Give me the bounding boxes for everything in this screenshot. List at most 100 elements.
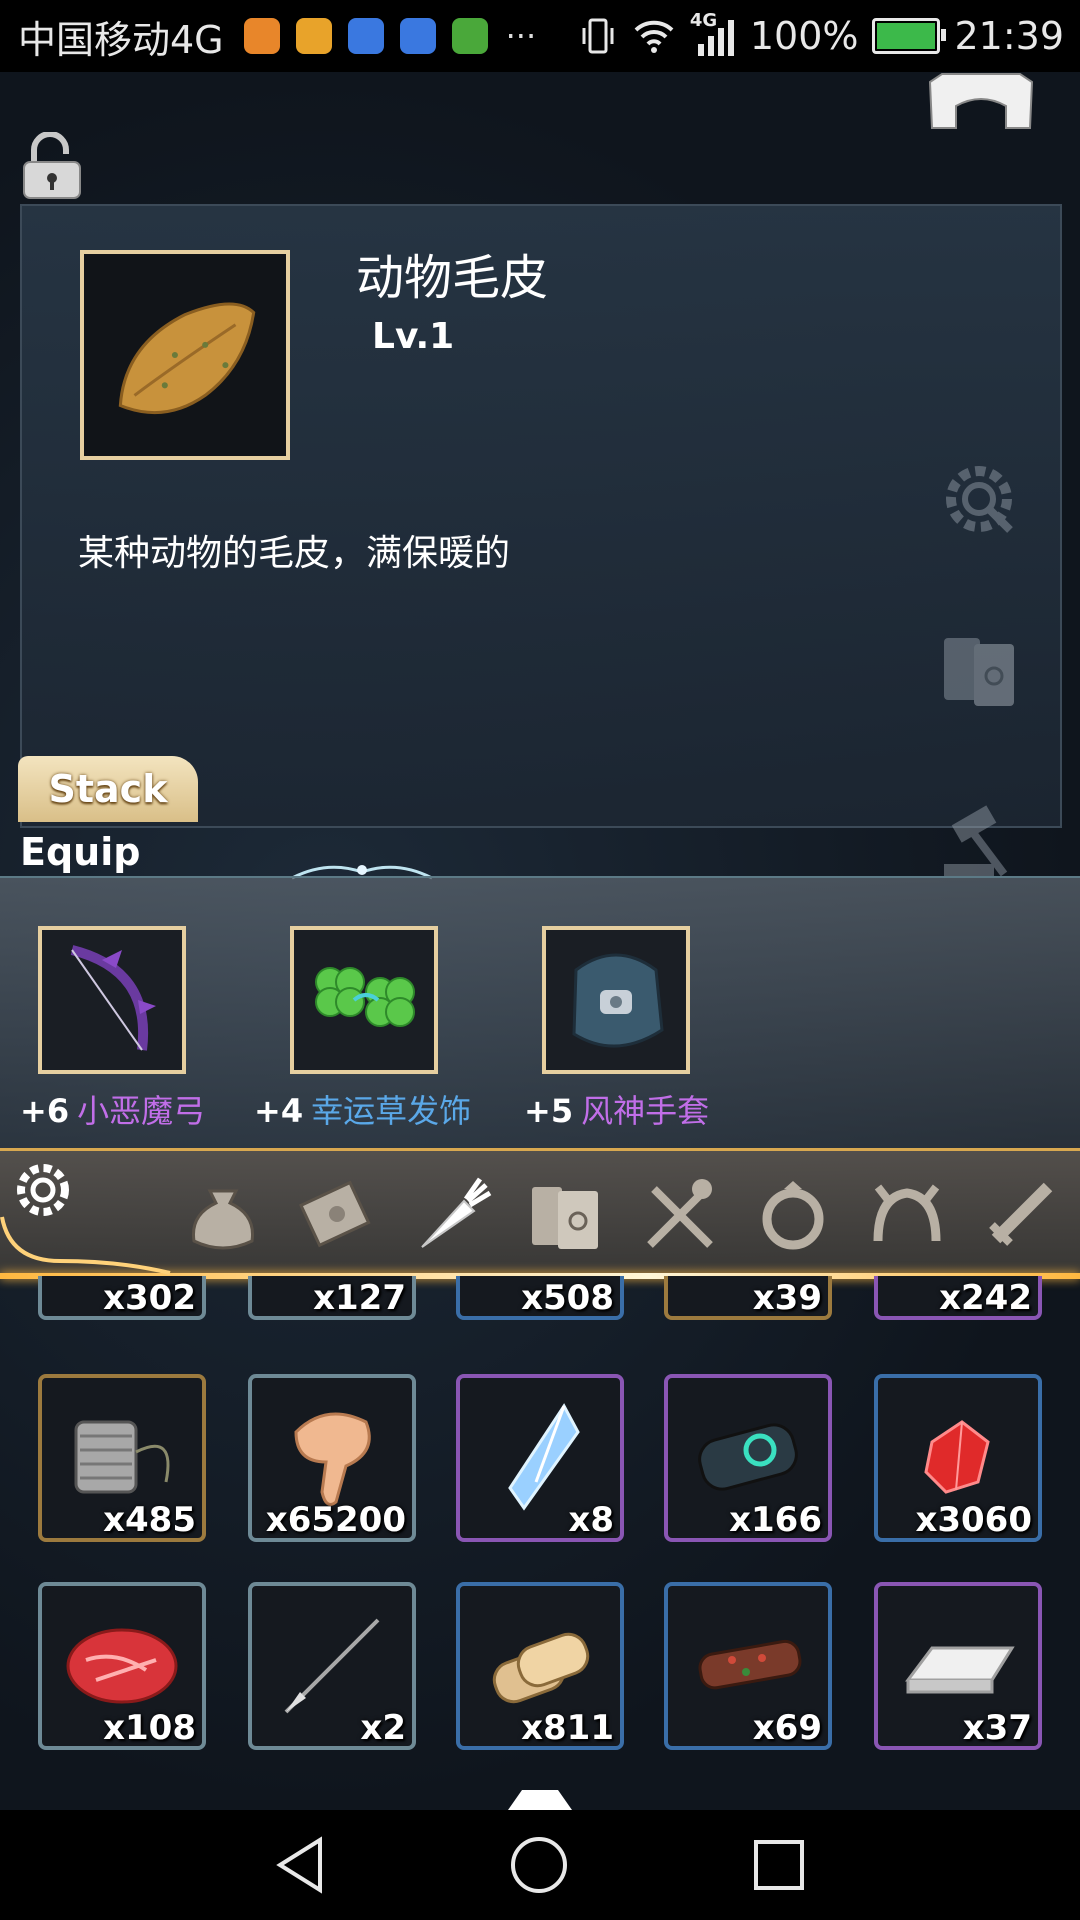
- category-books[interactable]: [522, 1171, 608, 1257]
- inventory-slot[interactable]: x302: [38, 1276, 206, 1320]
- equip-frame: [290, 926, 438, 1074]
- carrot-icon: [421, 1177, 492, 1248]
- inventory-slot[interactable]: x69: [664, 1582, 832, 1750]
- carrier-label: 中国移动4G: [18, 17, 224, 62]
- clock: 21:39: [954, 14, 1064, 58]
- inventory-slot[interactable]: x37: [874, 1582, 1042, 1750]
- inventory-slot[interactable]: x108: [38, 1582, 206, 1750]
- category-weapon[interactable]: [978, 1171, 1064, 1257]
- equip-frame: [38, 926, 186, 1074]
- item-quantity: x39: [752, 1278, 822, 1318]
- more-notifications-icon: ···: [505, 17, 537, 55]
- inventory-slot[interactable]: x3060: [874, 1374, 1042, 1542]
- item-quantity: x3060: [915, 1500, 1032, 1540]
- bag-icon: [191, 1189, 255, 1250]
- category-food-selected[interactable]: [408, 1171, 494, 1257]
- item-detail-panel: 动物毛皮 Lv.1 某种动物的毛皮，满保暖的 Stack: [18, 204, 1062, 877]
- ring-icon: [762, 1181, 824, 1250]
- equip-caption: +5 风神手套: [524, 1086, 709, 1132]
- item-quantity: x166: [729, 1500, 822, 1540]
- close-gate-icon[interactable]: [922, 72, 1040, 132]
- bow-icon: [70, 945, 156, 1051]
- item-quantity: x127: [313, 1278, 406, 1318]
- codex-book-icon[interactable]: [934, 624, 1024, 714]
- signal-icon: 4G: [690, 10, 736, 58]
- gloves-icon: [572, 953, 664, 1048]
- item-quantity: x69: [752, 1708, 822, 1748]
- item-quantity: x302: [103, 1278, 196, 1318]
- battery-fill: [877, 23, 936, 49]
- vibrate-icon: [582, 18, 614, 54]
- status-bar: 中国移动4G ··· 4G 100% 21:39: [0, 0, 1080, 72]
- category-scroll[interactable]: [294, 1171, 380, 1257]
- sword-icon: [989, 1182, 1053, 1246]
- equip-slot[interactable]: +4 幸运草发饰: [254, 926, 471, 1130]
- category-cooking[interactable]: [636, 1171, 722, 1257]
- equip-frame: [542, 926, 690, 1074]
- item-quantity: x65200: [265, 1500, 406, 1540]
- category-bar: [0, 1148, 1080, 1279]
- item-quantity: x8: [568, 1500, 614, 1540]
- equip-label: Equip: [20, 830, 141, 874]
- inventory-grid: x302 x127 x508 x39 x242 x485 x65200 x8 x…: [0, 1276, 1080, 1810]
- item-quantity: x108: [103, 1708, 196, 1748]
- category-bag[interactable]: [180, 1171, 266, 1257]
- inventory-slot[interactable]: x8: [456, 1374, 624, 1542]
- item-quantity: x508: [521, 1278, 614, 1318]
- baidu-app-icon: [347, 18, 384, 54]
- inventory-slot[interactable]: x127: [248, 1276, 416, 1320]
- scroll-up-arrow-icon[interactable]: [508, 1790, 572, 1810]
- item-icon-frame: [80, 250, 290, 460]
- back-icon[interactable]: [270, 1834, 332, 1896]
- equip-name: 风神手套: [581, 1092, 710, 1130]
- inventory-slot[interactable]: x39: [664, 1276, 832, 1320]
- forge-hammer-icon[interactable]: [934, 794, 1024, 884]
- home-icon[interactable]: [508, 1834, 570, 1896]
- inventory-slot[interactable]: x2: [248, 1582, 416, 1750]
- clipboard-app-icon: [295, 18, 332, 54]
- equip-slot[interactable]: +5 风神手套: [524, 926, 709, 1130]
- enhance-level: +5: [524, 1092, 574, 1130]
- inventory-slot[interactable]: x485: [38, 1374, 206, 1542]
- item-name: 动物毛皮: [356, 250, 549, 306]
- clover-icon: [315, 967, 415, 1027]
- enhance-level: +6: [20, 1092, 70, 1130]
- item-quantity: x485: [103, 1500, 196, 1540]
- item-quantity: x2: [360, 1708, 406, 1748]
- system-nav-bar: [0, 1810, 1080, 1920]
- item-quantity: x811: [521, 1708, 614, 1748]
- battery-percent: 100%: [749, 14, 859, 58]
- health-app-icon: [243, 18, 280, 54]
- fur-icon: [118, 302, 256, 415]
- play-app-icon: [451, 18, 488, 54]
- scroll-icon: [299, 1180, 371, 1248]
- settings-gear-icon[interactable]: [934, 454, 1024, 544]
- cutlery-icon: [647, 1179, 713, 1248]
- battery-icon: [872, 18, 947, 54]
- inventory-slot[interactable]: x242: [874, 1276, 1042, 1320]
- equip-caption: +6 小恶魔弓: [20, 1086, 205, 1132]
- item-quantity: x242: [939, 1278, 1032, 1318]
- category-accessory[interactable]: [750, 1171, 836, 1257]
- baidu-app-icon: [399, 18, 436, 54]
- equip-caption: +4 幸运草发饰: [254, 1086, 471, 1132]
- books-icon: [532, 1187, 598, 1249]
- equip-name: 幸运草发饰: [311, 1092, 472, 1130]
- unlock-icon[interactable]: [20, 132, 84, 202]
- inventory-slot[interactable]: x508: [456, 1276, 624, 1320]
- equip-slot[interactable]: +6 小恶魔弓: [20, 926, 205, 1130]
- category-headwear[interactable]: [864, 1171, 950, 1257]
- item-quantity: x37: [962, 1708, 1032, 1748]
- notification-icons: [243, 18, 488, 54]
- equip-name: 小恶魔弓: [77, 1092, 206, 1130]
- recents-icon[interactable]: [748, 1834, 810, 1896]
- item-description: 某种动物的毛皮，满保暖的: [78, 533, 511, 574]
- headband-icon: [873, 1184, 941, 1242]
- enhance-level: +4: [254, 1092, 304, 1130]
- inventory-slot[interactable]: x166: [664, 1374, 832, 1542]
- inventory-slot[interactable]: x811: [456, 1582, 624, 1750]
- tab-stack[interactable]: Stack: [18, 756, 198, 822]
- equipped-items-row: +6 小恶魔弓 +4 幸运草发饰 +5 风神手套: [0, 876, 1080, 1148]
- inventory-slot[interactable]: x65200: [248, 1374, 416, 1542]
- ornament-swirl-icon: [0, 1216, 171, 1275]
